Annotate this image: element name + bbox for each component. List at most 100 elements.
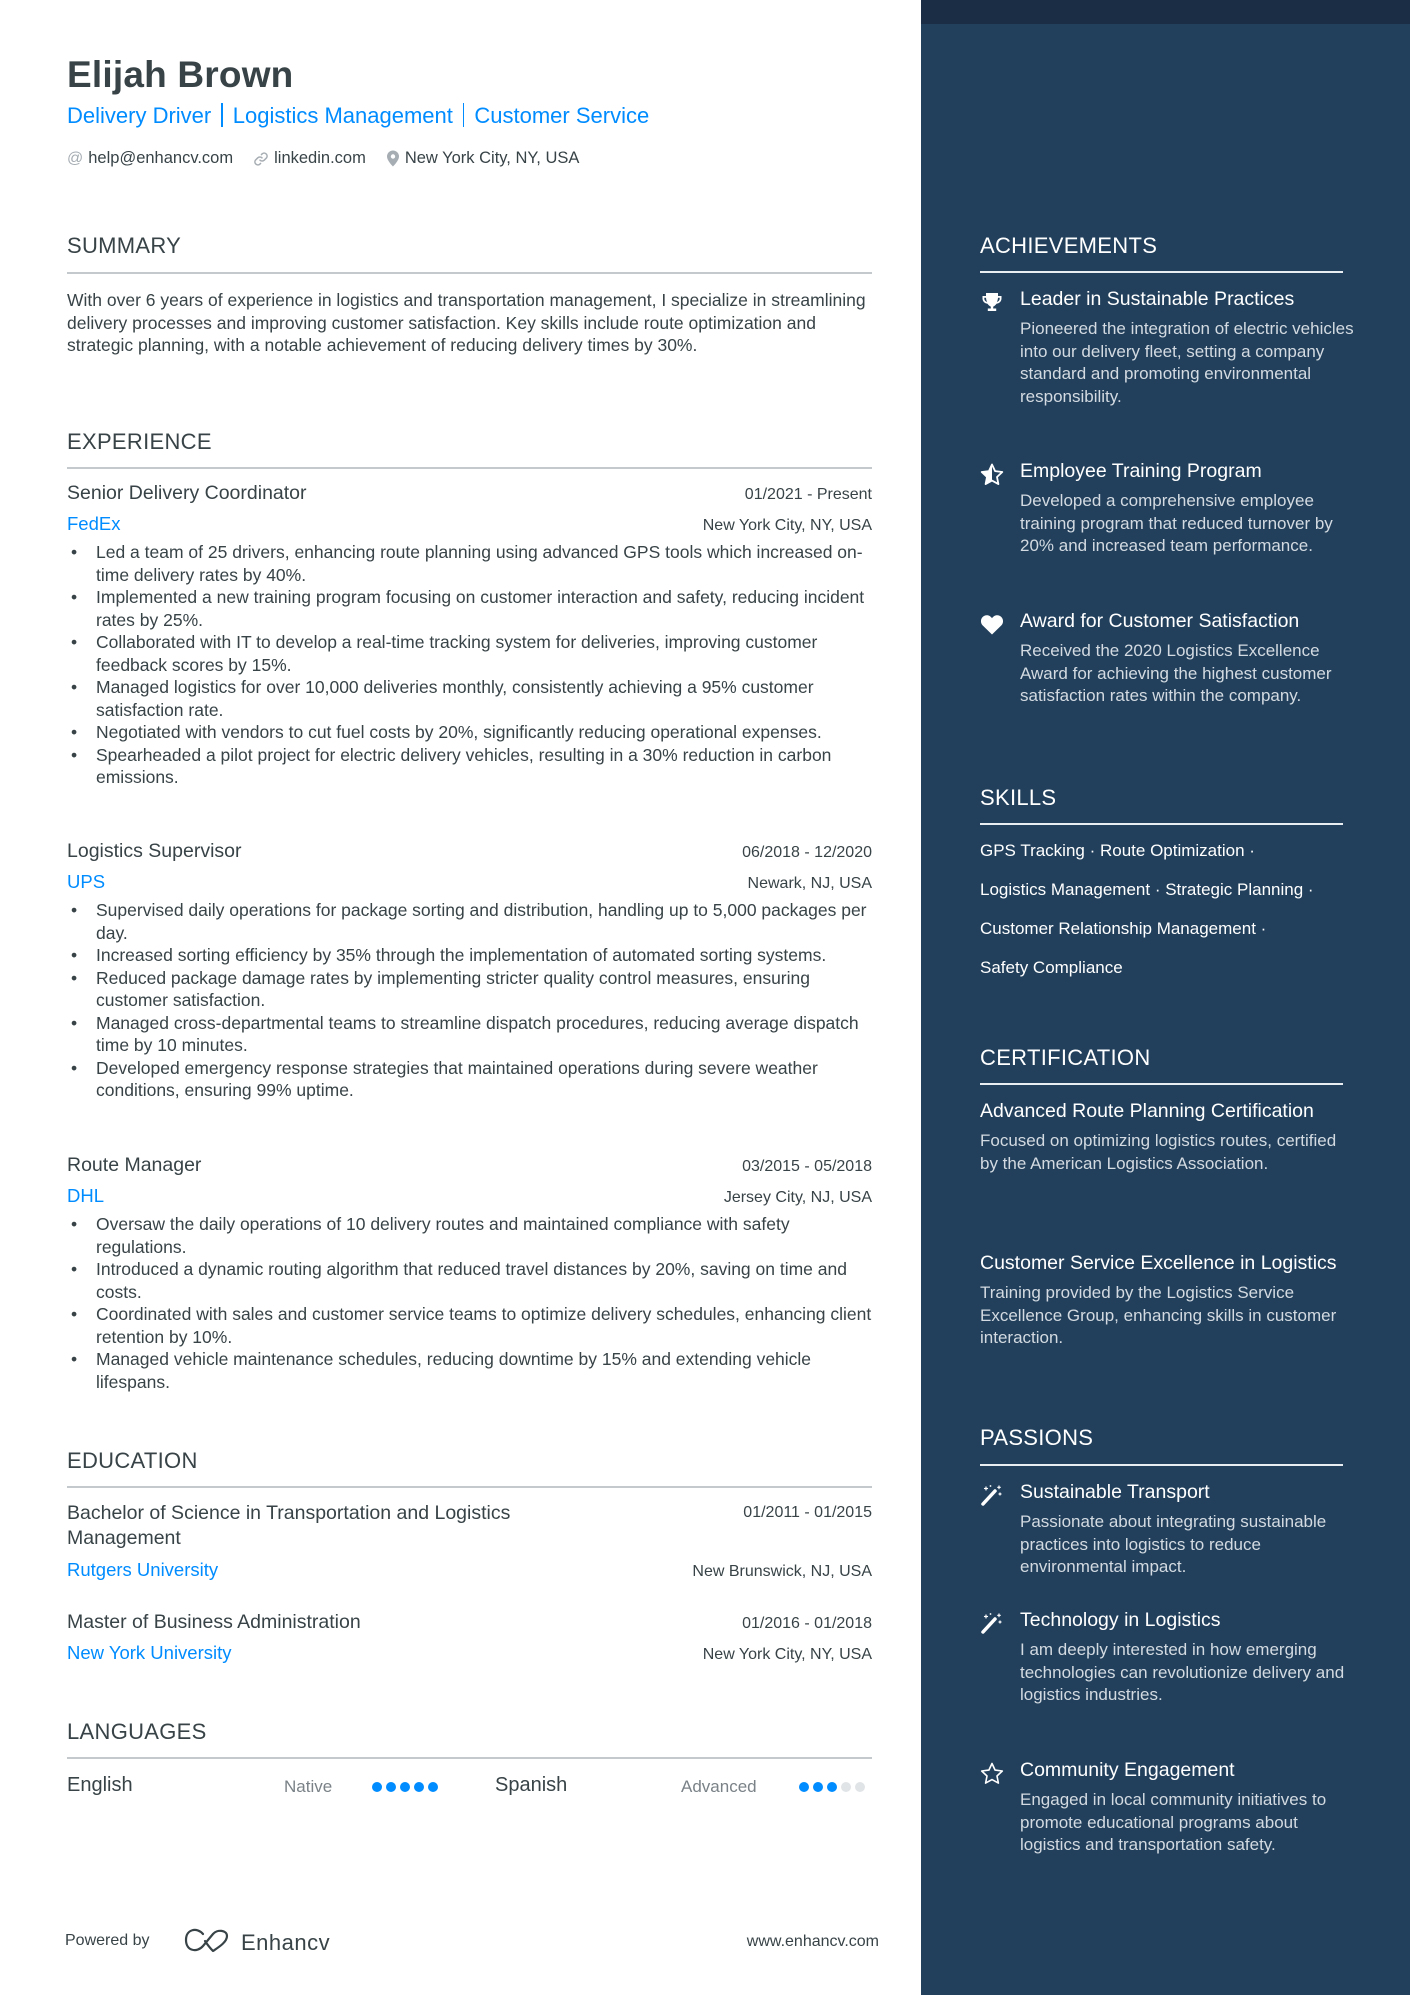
rating-dot-filled [414, 1782, 424, 1792]
sidebar-top-bar [921, 0, 1410, 24]
bullet-item: Reduced package damage rates by implemen… [67, 967, 872, 1012]
passion-item: Technology in Logistics I am deeply inte… [980, 1608, 1360, 1707]
job-location: Newark, NJ, USA [747, 875, 872, 892]
school-name[interactable]: Rutgers University [67, 1559, 218, 1581]
achievement-title: Employee Training Program [1020, 460, 1262, 482]
experience-entry: Route Manager 03/2015 - 05/2018 DHL Jers… [67, 1154, 872, 1393]
education-entry: Master of Business Administration 01/201… [67, 1611, 872, 1664]
job-title: Senior Delivery Coordinator [67, 482, 307, 504]
rating-dot-filled [386, 1782, 396, 1792]
contact-location: New York City, NY, USA [386, 149, 579, 168]
skills-line: Customer Relationship Management · [980, 919, 1267, 938]
section-divider [980, 1083, 1343, 1085]
company-name[interactable]: DHL [67, 1185, 104, 1207]
rating-dot-filled [827, 1782, 837, 1792]
trophy-icon [980, 290, 1004, 314]
education-entry: Bachelor of Science in Transportation an… [67, 1501, 872, 1581]
passion-title: Sustainable Transport [1020, 1481, 1210, 1503]
certification-title: Customer Service Excellence in Logistics [980, 1252, 1337, 1274]
achievement-title: Award for Customer Satisfaction [1020, 610, 1300, 632]
education-dates: 01/2016 - 01/2018 [742, 1615, 872, 1632]
job-dates: 06/2018 - 12/2020 [742, 844, 872, 861]
job-dates: 03/2015 - 05/2018 [742, 1158, 872, 1175]
job-bullets: Supervised daily operations for package … [67, 899, 872, 1102]
passion-title: Technology in Logistics [1020, 1609, 1221, 1631]
company-name[interactable]: UPS [67, 871, 105, 893]
magic-wand-icon [980, 1483, 1004, 1507]
footer-url[interactable]: www.enhancv.com [747, 1933, 879, 1951]
main-column: Elijah Brown Delivery Driver Logistics Ma… [0, 0, 921, 1995]
section-title-achievements: ACHIEVEMENTS [980, 233, 1158, 258]
skills-line: Logistics Management · Strategic Plannin… [980, 880, 1314, 899]
enhancv-logo-icon [183, 1927, 231, 1958]
language-level: Advanced [681, 1777, 757, 1796]
headline-role-2: Logistics Management [232, 103, 453, 128]
at-icon: @ [67, 149, 84, 167]
section-divider [67, 272, 872, 274]
linkedin-text: linkedin.com [274, 149, 366, 167]
contact-email[interactable]: @ help@enhancv.com [67, 149, 233, 168]
language-name: English [67, 1774, 133, 1796]
headline: Delivery Driver Logistics Management Custo… [67, 103, 649, 129]
passion-item: Community Engagement Engaged in local co… [980, 1758, 1360, 1857]
education-dates: 01/2011 - 01/2015 [743, 1504, 872, 1521]
job-dates: 01/2021 - Present [744, 486, 872, 503]
section-divider [980, 271, 1343, 273]
rating-dot-filled [372, 1782, 382, 1792]
heart-icon [980, 612, 1004, 636]
job-bullets: Led a team of 25 drivers, enhancing rout… [67, 541, 872, 789]
section-title-education: EDUCATION [67, 1448, 198, 1473]
degree-title: Bachelor of Science in Transportation an… [67, 1502, 511, 1549]
contact-linkedin[interactable]: linkedin.com [253, 149, 366, 168]
section-divider [980, 1464, 1343, 1466]
achievement-item: Leader in Sustainable Practices Pioneere… [980, 287, 1360, 408]
contact-info: @ help@enhancv.com linkedin.com New York… [67, 149, 579, 168]
education-location: New Brunswick, NJ, USA [692, 1563, 872, 1580]
bullet-item: Negotiated with vendors to cut fuel cost… [67, 721, 872, 744]
map-pin-icon [386, 150, 400, 167]
rating-dot-filled [428, 1782, 438, 1792]
company-name[interactable]: FedEx [67, 513, 120, 535]
headline-role-3: Customer Service [474, 103, 650, 128]
rating-dot-filled [400, 1782, 410, 1792]
section-divider [67, 1486, 872, 1488]
achievement-description: Pioneered the integration of electric ve… [1020, 319, 1354, 406]
certification-description: Focused on optimizing logistics routes, … [980, 1131, 1337, 1173]
section-divider [67, 467, 872, 469]
job-location: Jersey City, NJ, USA [723, 1189, 872, 1206]
rating-dot-empty [855, 1782, 865, 1792]
certification-item: Advanced Route Planning Certification Fo… [980, 1099, 1350, 1175]
section-title-languages: LANGUAGES [67, 1719, 207, 1744]
bullet-item: Introduced a dynamic routing algorithm t… [67, 1258, 872, 1303]
certification-description: Training provided by the Logistics Servi… [980, 1283, 1337, 1347]
bullet-item: Led a team of 25 drivers, enhancing rout… [67, 541, 872, 586]
enhancv-logo[interactable]: Enhancv [183, 1927, 330, 1958]
job-title: Route Manager [67, 1154, 202, 1176]
skills-list: GPS Tracking · Route Optimization · Logi… [980, 838, 1360, 994]
bullet-item: Managed cross-departmental teams to stre… [67, 1012, 872, 1057]
bullet-item: Managed vehicle maintenance schedules, r… [67, 1348, 872, 1393]
language-level: Native [284, 1777, 333, 1796]
language-rating [372, 1782, 438, 1792]
job-title: Logistics Supervisor [67, 840, 242, 862]
achievement-description: Received the 2020 Logistics Excellence A… [1020, 641, 1332, 705]
school-name[interactable]: New York University [67, 1642, 232, 1664]
section-title-summary: SUMMARY [67, 233, 182, 258]
section-title-experience: EXPERIENCE [67, 429, 212, 454]
candidate-name: Elijah Brown [67, 54, 294, 95]
achievement-item: Employee Training Program Developed a co… [980, 459, 1360, 558]
bullet-item: Managed logistics for over 10,000 delive… [67, 676, 872, 721]
passion-description: Passionate about integrating sustainable… [1020, 1512, 1327, 1576]
education-location: New York City, NY, USA [702, 1646, 872, 1663]
bullet-item: Collaborated with IT to develop a real-t… [67, 631, 872, 676]
skills-line: GPS Tracking · Route Optimization · [980, 841, 1255, 860]
achievement-item: Award for Customer Satisfaction Received… [980, 609, 1360, 708]
experience-entry: Logistics Supervisor 06/2018 - 12/2020 U… [67, 840, 872, 1102]
achievement-description: Developed a comprehensive employee train… [1020, 491, 1333, 555]
star-half-icon [980, 462, 1004, 486]
section-title-certification: CERTIFICATION [980, 1045, 1151, 1070]
rating-dot-filled [813, 1782, 823, 1792]
headline-role-1: Delivery Driver [67, 103, 212, 128]
bullet-item: Spearheaded a pilot project for electric… [67, 744, 872, 789]
rating-dot-empty [841, 1782, 851, 1792]
